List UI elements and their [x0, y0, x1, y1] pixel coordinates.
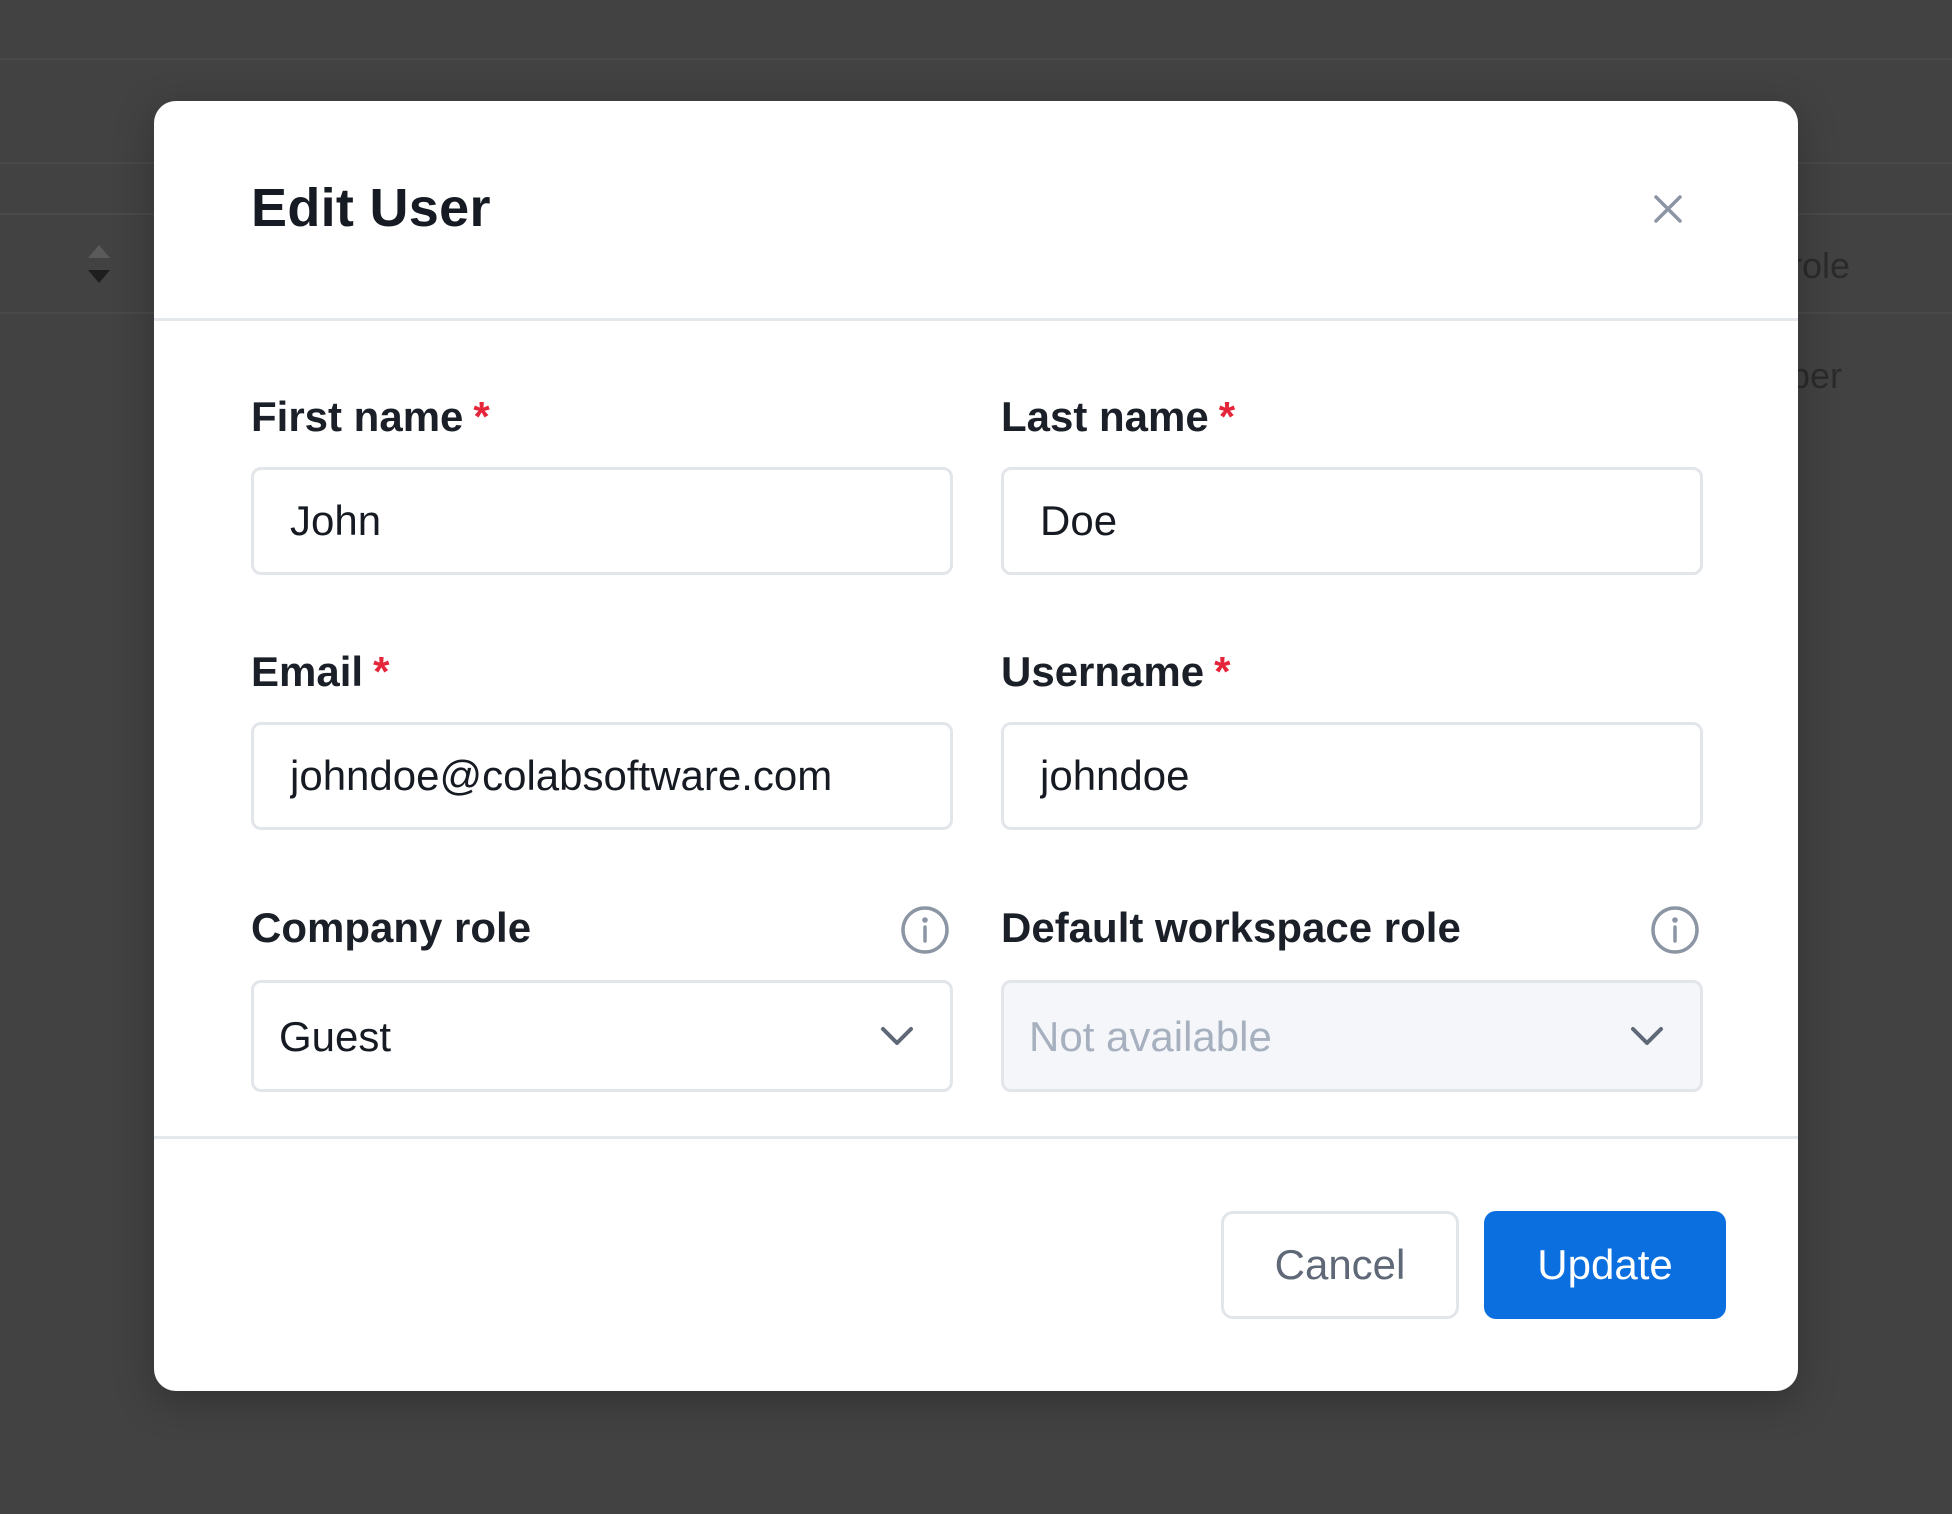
first-name-label: First name * [251, 393, 490, 441]
default-workspace-role-select: Not available [1001, 980, 1703, 1092]
email-label: Email * [251, 648, 389, 696]
modal-header: Edit User [154, 101, 1798, 321]
cancel-button[interactable]: Cancel [1221, 1211, 1459, 1319]
username-label: Username * [1001, 648, 1230, 696]
required-marker: * [1214, 648, 1231, 695]
info-icon[interactable] [1649, 904, 1701, 956]
default-workspace-role-label: Default workspace role [1001, 904, 1461, 951]
edit-user-modal: Edit User First name* Last name* Email* … [154, 101, 1798, 1391]
background-column-header: role [1790, 245, 1851, 286]
modal-footer-divider [154, 1136, 1798, 1139]
first-name-input[interactable] [251, 467, 953, 575]
info-icon[interactable] [899, 904, 951, 956]
username-input[interactable] [1001, 722, 1703, 830]
close-icon[interactable] [1644, 185, 1692, 233]
email-label-text: Email [251, 648, 364, 695]
last-name-label-text: Last name [1001, 393, 1209, 440]
email-input[interactable] [251, 722, 953, 830]
required-marker: * [373, 648, 390, 695]
update-button[interactable]: Update [1484, 1211, 1726, 1319]
username-label-text: Username [1001, 648, 1205, 695]
company-role-value: Guest [279, 1013, 392, 1060]
last-name-input[interactable] [1001, 467, 1703, 575]
modal-title: Edit User [251, 178, 491, 238]
sort-icon [88, 245, 110, 283]
background-divider [0, 58, 1952, 60]
chevron-down-icon [1631, 1027, 1663, 1045]
default-workspace-role-value: Not available [1029, 1013, 1272, 1060]
company-role-label: Company role [251, 904, 532, 951]
required-marker: * [1218, 393, 1236, 440]
required-marker: * [473, 393, 490, 440]
chevron-down-icon [881, 1027, 913, 1045]
last-name-label: Last name * [1001, 393, 1235, 441]
company-role-select[interactable]: Guest [251, 980, 953, 1092]
first-name-label-text: First name [251, 393, 464, 440]
